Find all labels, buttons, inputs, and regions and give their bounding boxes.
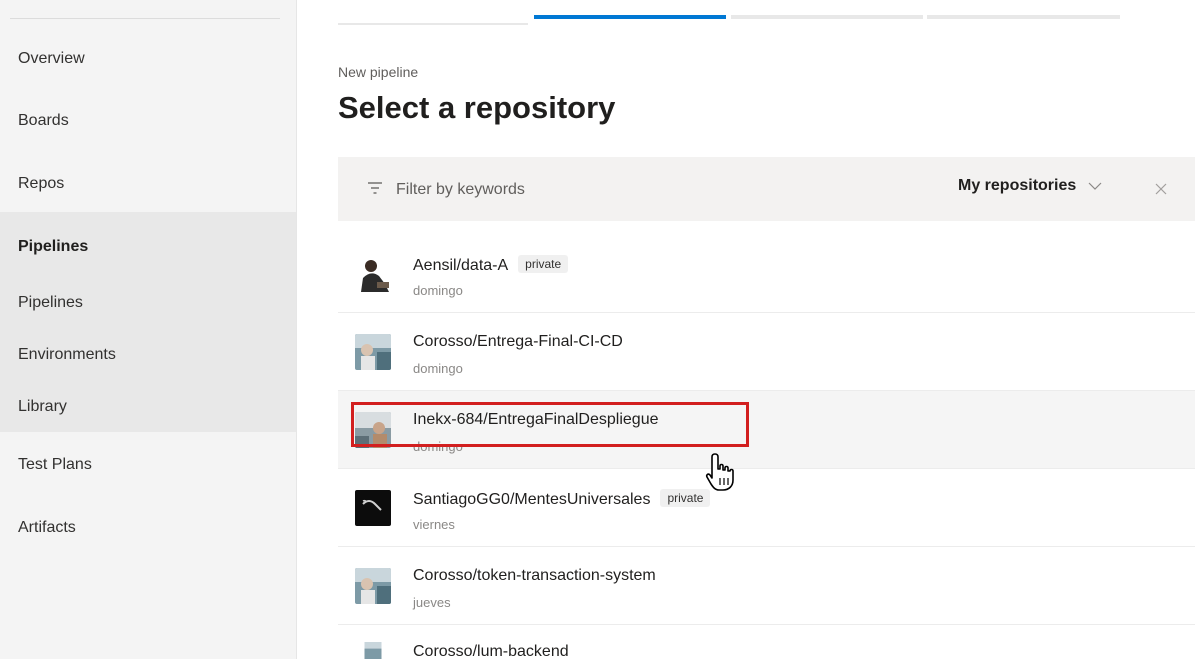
repo-name: Aensil/data-A private	[413, 255, 569, 275]
sidebar-item-artifacts[interactable]: Artifacts	[0, 503, 296, 553]
repo-owner-avatar	[355, 568, 391, 604]
sidebar-item-environments[interactable]: Environments	[0, 330, 296, 380]
close-icon[interactable]	[1154, 182, 1168, 196]
repo-list-item[interactable]: Corosso/lum-backend	[338, 625, 1195, 660]
repo-list-item[interactable]: Corosso/Entrega-Final-CI-CD domingo	[338, 313, 1195, 391]
repository-scope-dropdown[interactable]: My repositories	[958, 177, 1102, 195]
filter-icon	[368, 182, 382, 194]
page-title: Select a repository	[338, 90, 616, 125]
repo-list-item[interactable]: Corosso/token-transaction-system jueves	[338, 547, 1195, 625]
chevron-down-icon	[1088, 182, 1102, 190]
sidebar-item-pipelines[interactable]: Pipelines	[0, 278, 296, 328]
repo-owner-avatar	[355, 334, 391, 370]
repo-name: Corosso/token-transaction-system	[413, 567, 656, 584]
wizard-step-4	[927, 15, 1120, 19]
filter-bar: My repositories	[338, 157, 1195, 221]
repo-owner-avatar	[355, 412, 391, 448]
sidebar-item-overview[interactable]: Overview	[0, 34, 296, 84]
repo-updated-day: jueves	[413, 595, 451, 610]
sidebar-item-boards[interactable]: Boards	[0, 96, 296, 146]
repo-name: Corosso/lum-backend	[413, 643, 569, 660]
private-badge: private	[518, 255, 569, 273]
filter-input[interactable]	[394, 177, 898, 203]
repo-list-item-hovered[interactable]: Inekx-684/EntregaFinalDespliegue domingo	[338, 391, 1195, 469]
repo-updated-day: domingo	[413, 283, 463, 298]
sidebar-divider	[10, 18, 280, 19]
wizard-step-3	[731, 15, 923, 19]
wizard-step-1	[338, 23, 528, 25]
repo-list-item[interactable]: SantiagoGG0/MentesUniversales private vie…	[338, 469, 1195, 547]
repo-name: Inekx-684/EntregaFinalDespliegue	[413, 411, 659, 428]
repository-scope-label: My repositories	[958, 177, 1077, 194]
repo-updated-day: viernes	[413, 517, 455, 532]
repo-updated-day: domingo	[413, 361, 463, 376]
wizard-step-2-active	[534, 15, 726, 19]
repo-owner-avatar	[364, 642, 382, 659]
repo-name: Corosso/Entrega-Final-CI-CD	[413, 333, 623, 350]
sidebar-item-repos[interactable]: Repos	[0, 159, 296, 209]
page-subtitle: New pipeline	[338, 64, 419, 80]
repo-updated-day: domingo	[413, 439, 463, 454]
sidebar: Overview Boards Repos Pipelines Pipeline…	[0, 0, 297, 659]
repo-list-item[interactable]: Aensil/data-A private domingo	[338, 235, 1195, 313]
sidebar-item-test-plans[interactable]: Test Plans	[0, 440, 296, 490]
hand-pointer-cursor-icon	[705, 453, 734, 491]
sidebar-item-pipelines-section[interactable]: Pipelines	[0, 222, 296, 272]
repo-owner-avatar	[355, 256, 391, 292]
repo-name: SantiagoGG0/MentesUniversales private	[413, 489, 711, 509]
sidebar-item-library[interactable]: Library	[0, 382, 296, 432]
repo-owner-avatar	[355, 490, 391, 526]
